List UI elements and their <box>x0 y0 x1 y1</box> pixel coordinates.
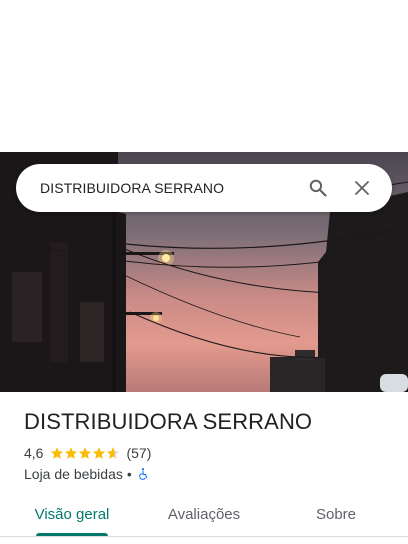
star-icon <box>65 447 78 459</box>
rating-value: 4,6 <box>24 445 44 461</box>
clear-search-button[interactable] <box>340 166 384 210</box>
star-icon <box>79 447 92 459</box>
separator-dot: • <box>126 466 132 482</box>
star-icon <box>93 447 106 459</box>
search-icon <box>309 179 327 197</box>
tab-about[interactable]: Sobre <box>288 492 384 536</box>
close-icon <box>355 181 369 195</box>
rating-row[interactable]: 4,6 (57) <box>24 444 151 462</box>
top-blank-area <box>0 0 408 152</box>
star-icon <box>51 447 64 459</box>
place-category: Loja de bebidas <box>24 466 123 482</box>
place-title: DISTRIBUIDORA SERRANO <box>24 409 313 434</box>
search-button[interactable] <box>296 166 340 210</box>
search-bar[interactable]: DISTRIBUIDORA SERRANO <box>16 164 392 212</box>
tab-overview[interactable]: Visão geral <box>24 492 120 536</box>
tab-reviews[interactable]: Avaliações <box>156 492 252 536</box>
category-row: Loja de bebidas • <box>24 465 150 483</box>
rating-stars <box>50 446 120 460</box>
review-count[interactable]: (57) <box>126 445 151 461</box>
star-half-icon <box>107 447 120 459</box>
tab-bar: Visão geral Avaliações Sobre <box>0 492 408 536</box>
tabs-divider <box>0 536 408 537</box>
search-query-text[interactable]: DISTRIBUIDORA SERRANO <box>40 180 296 196</box>
wheelchair-icon[interactable] <box>136 467 150 481</box>
